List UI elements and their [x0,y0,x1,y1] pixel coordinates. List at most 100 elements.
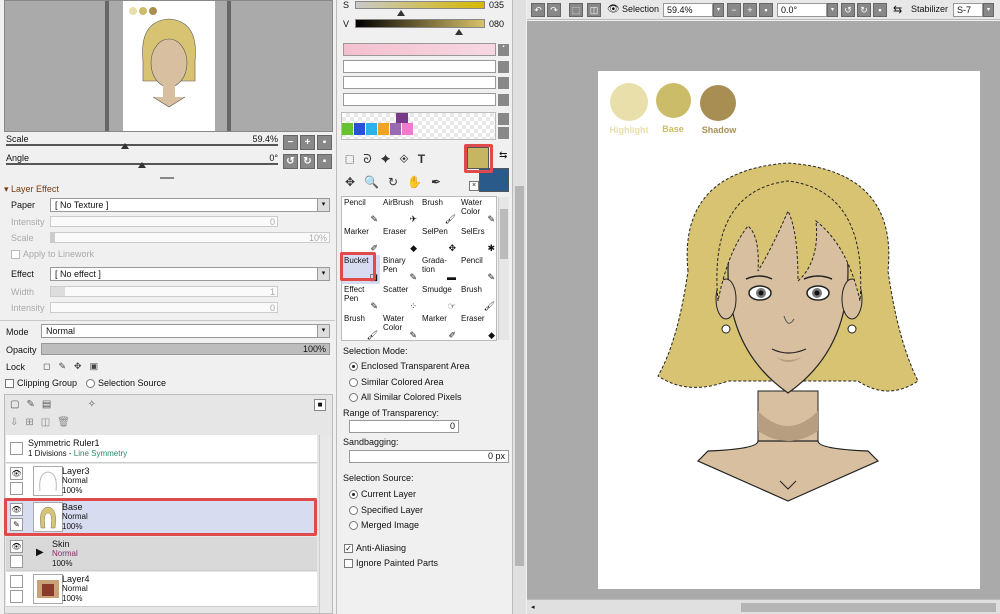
tool-pencil[interactable]: Pencil ✎ [459,255,497,284]
apply-linework-checkbox[interactable] [11,250,20,260]
swap-colors-icon[interactable]: ⇆ [499,150,507,161]
tool-scrollbar[interactable] [498,197,509,340]
color-picker-select-icon[interactable]: ◈ [399,152,417,166]
zoom-input[interactable]: 59.4% [663,3,713,17]
ignore-painted-checkbox[interactable] [344,559,353,569]
delete-layer-icon[interactable]: 🗑 [57,417,77,428]
invert-selection-icon[interactable]: ◫ [587,3,601,17]
zoom-reset-button[interactable]: ▪ [317,135,332,150]
rotate-icon[interactable]: ↻ [388,175,407,189]
texture-scale-slider[interactable]: 10% [50,232,330,243]
horizontal-scroll-thumb[interactable] [741,603,996,612]
intensity-slider[interactable]: 0 [50,216,278,227]
transfer-down-icon[interactable]: ⇩ [10,417,25,428]
rotate-right-icon[interactable]: ↻ [857,3,871,17]
color-palette[interactable] [341,112,496,140]
radio-button[interactable] [349,378,358,388]
mode-option-enclosed[interactable]: Enclosed Transparent Area [349,361,470,372]
layer-effect-icon[interactable]: ✧ [88,399,103,410]
new-layer-icon[interactable]: ▢ [10,399,26,410]
effect-dropdown[interactable]: [ No effect ] ▾ [50,267,330,281]
transparent-color-icon[interactable]: × [469,181,479,191]
clear-layer-icon[interactable]: ◫ [41,417,57,428]
source-option-current[interactable]: Current Layer [349,489,416,500]
lock-transparency-icon[interactable]: ◻ [43,361,58,371]
tool-brush[interactable]: Brush 🖌 [342,313,380,342]
anti-aliasing-checkbox[interactable]: ✓ [344,544,353,554]
tool-selers[interactable]: SelErs ✱ [459,226,497,255]
palette-swatch[interactable] [402,123,414,135]
tool-brush[interactable]: Brush 🖌 [459,284,497,313]
visibility-checkbox[interactable] [10,442,23,455]
source-option-merged[interactable]: Merged Image [349,520,419,531]
range-input[interactable]: 0 [349,420,459,433]
tool-water-color[interactable]: Water Color ✎ [381,313,419,342]
radio-button[interactable] [349,521,358,531]
paper-dropdown[interactable]: [ No Texture ] ▾ [50,198,330,212]
scale-slider-handle[interactable] [121,143,129,149]
canvas-viewport[interactable]: Highlight Base Shadow [527,21,1000,599]
custom-color-bar-2[interactable] [343,60,496,73]
tool-scroll-thumb[interactable] [500,209,508,259]
edit-lock-checkbox[interactable] [10,555,23,568]
angle-dropdown-icon[interactable]: ▾ [827,3,838,17]
zoom-icon[interactable]: 🔍 [364,175,388,189]
bar-button-4[interactable] [498,94,509,106]
tool-eraser[interactable]: Eraser ◆ [381,226,419,255]
bar-button-2[interactable] [498,61,509,73]
saturation-handle[interactable] [397,10,405,16]
tool-airbrush[interactable]: AirBrush ✈ [381,197,419,226]
zoom-reset-icon[interactable]: ▪ [759,3,773,17]
mode-option-all-similar[interactable]: All Similar Colored Pixels [349,392,462,403]
lock-all-icon[interactable]: ▣ [90,361,107,371]
folder-expand-icon[interactable]: ▶ [36,547,44,558]
new-vector-layer-icon[interactable]: ✎ [26,399,41,410]
lock-buttons[interactable]: ◻✎✥▣ [43,361,106,372]
redo-icon[interactable]: ↷ [547,3,561,17]
clipping-group-checkbox[interactable] [5,379,14,389]
palette-swatch[interactable] [378,123,390,135]
canvas-paper[interactable]: Highlight Base Shadow [598,71,980,589]
zoom-in-button[interactable]: + [300,135,315,150]
apply-linework-row[interactable]: Apply to Linework [11,249,94,260]
eye-icon[interactable]: 👁 [10,540,23,553]
tool-marker[interactable]: Marker ✐ [420,313,458,342]
custom-color-bar-3[interactable] [343,76,496,89]
undo-icon[interactable]: ↶ [531,3,545,17]
palette-swatch[interactable] [396,113,408,123]
deselect-icon[interactable]: ⬚ [569,3,583,17]
lock-paint-icon[interactable]: ✎ [58,361,74,371]
radio-button[interactable] [349,490,358,500]
mode-option-similar[interactable]: Similar Colored Area [349,377,444,388]
angle-input[interactable]: 0.0° [777,3,827,17]
edit-lock-checkbox[interactable] [10,590,23,603]
width-slider[interactable]: 1 [50,286,278,297]
stabilizer-dropdown[interactable]: S-7 [953,3,983,17]
tool-pencil[interactable]: Pencil ✎ [342,197,380,226]
ignore-painted-row[interactable]: Ignore Painted Parts [344,558,438,569]
scroll-left-icon[interactable]: ◂ [531,603,535,611]
value-slider[interactable] [355,19,485,28]
zoom-dropdown-icon[interactable]: ▾ [713,3,724,17]
saturation-slider[interactable] [355,1,485,9]
text-tool-icon[interactable]: T [418,152,434,166]
palette-swatch[interactable] [354,123,366,135]
eye-icon[interactable]: 👁 [10,467,23,480]
bar-button-1[interactable]: ▪ [498,44,509,56]
new-folder-icon[interactable]: ▤ [42,399,58,410]
tool-smudge[interactable]: Smudge ☞ [420,284,458,313]
tool-binary-pen[interactable]: Binary Pen ✎ [381,255,419,284]
layer-row-symmetric-ruler[interactable]: Symmetric Ruler1 1 Divisions - Line Symm… [6,435,317,463]
opacity-slider[interactable]: 100% [41,343,330,355]
layer-view-icon[interactable]: ■ [314,399,326,411]
middle-scrollbar[interactable] [512,0,526,614]
tool-grada-tion[interactable]: Grada- tion ▬ [420,255,458,284]
clipping-group-row[interactable]: Clipping Group [5,378,77,389]
radio-button[interactable] [349,506,358,516]
rotate-left-button[interactable]: ↺ [283,154,298,169]
custom-color-bar-4[interactable] [343,93,496,106]
blend-mode-dropdown[interactable]: Normal ▾ [41,324,330,338]
layer-row-layer4[interactable]: Layer4 Normal 100% [6,572,317,607]
move-icon[interactable]: ✥ [345,175,364,189]
layer-scrollbar[interactable] [319,435,331,613]
